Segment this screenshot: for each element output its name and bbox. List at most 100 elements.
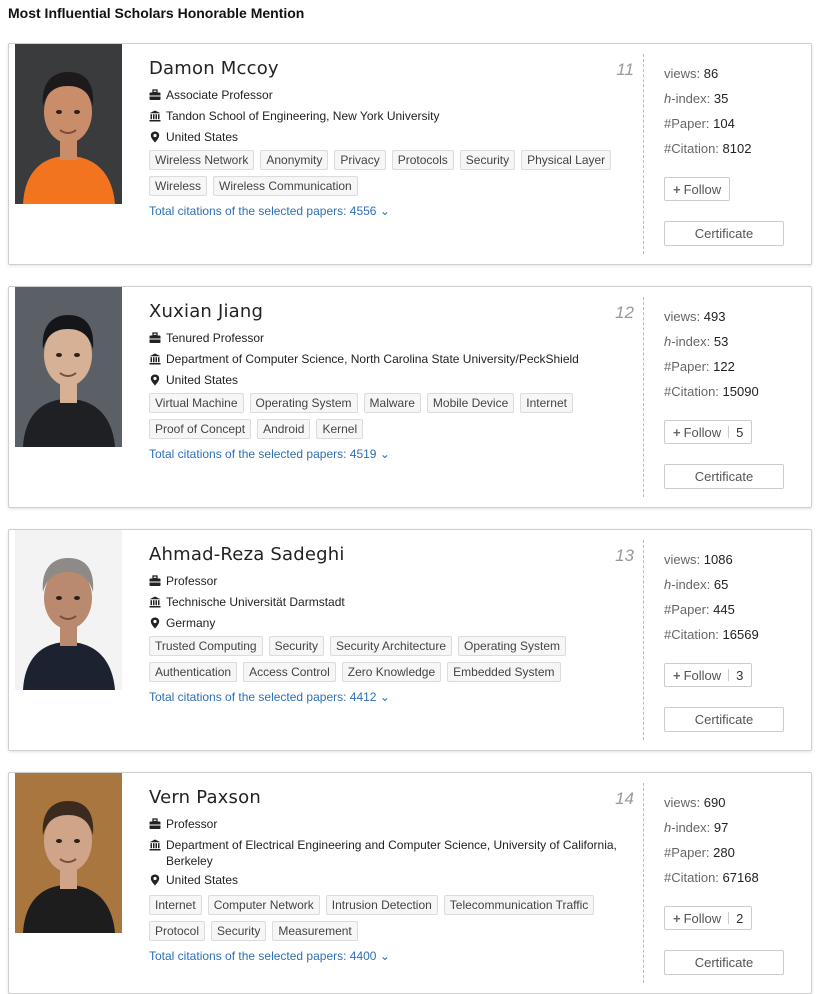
scholar-info: Tenured Professor Department of Computer… [149,330,619,393]
scholar-info: Professor Department of Electrical Engin… [149,816,619,893]
keyword-tag[interactable]: Operating System [458,636,567,656]
papers-label: #Paper: [664,602,710,617]
keyword-tag[interactable]: Internet [149,895,202,915]
avatar[interactable] [15,530,122,690]
tag-list: Trusted Computing Security Security Archit… [149,636,619,688]
keyword-tag[interactable]: Kernel [316,419,364,439]
keyword-tag[interactable]: Access Control [243,662,336,682]
location-pin-icon [149,874,161,890]
total-citations-link[interactable]: Total citations of the selected papers: … [149,447,390,461]
location-text: United States [166,130,239,144]
keyword-tag[interactable]: Telecommunication Traffic [443,895,595,915]
views-value: 1086 [703,552,733,567]
certificate-button[interactable]: Certificate [664,221,784,246]
keyword-tag[interactable]: Wireless Network [149,150,255,170]
keyword-tag[interactable]: Mobile Device [426,393,515,413]
scholar-name[interactable]: Damon Mccoy [149,58,279,79]
plus-icon: + [673,181,681,197]
rank-number: 12 [615,303,634,322]
hindex-label: -index: [671,91,711,106]
follow-button[interactable]: + Follow 5 [664,420,753,444]
affiliation-text: Tandon School of Engineering, New York U… [166,109,440,123]
citations-label: #Citation: [664,627,719,642]
keyword-tag[interactable]: Android [257,419,311,439]
scholar-name[interactable]: Ahmad-Reza Sadeghi [149,544,345,565]
tag-list: Wireless Network Anonymity Privacy Protocol… [149,150,619,202]
follow-button[interactable]: + Follow 2 [664,906,753,930]
certificate-button[interactable]: Certificate [664,707,784,732]
views-label: views: [664,309,701,324]
keyword-tag[interactable]: Physical Layer [521,150,612,170]
keyword-tag[interactable]: Measurement [272,921,358,941]
keyword-tag[interactable]: Security [211,921,267,941]
scholar-card: Xuxian Jiang 12 Tenured Professor Depart… [8,286,812,508]
hindex-value: 65 [713,577,729,592]
location-pin-icon [149,131,161,147]
follow-label: Follow [683,424,722,440]
keyword-tag[interactable]: Malware [363,393,421,413]
keyword-tag[interactable]: Anonymity [260,150,329,170]
card-divider [643,783,644,983]
keyword-tag[interactable]: Privacy [334,150,386,170]
keyword-tag[interactable]: Trusted Computing [149,636,263,656]
follow-label: Follow [683,667,722,683]
scholar-name[interactable]: Vern Paxson [149,787,261,808]
stats-panel: views: 86 h-index: 35 #Paper: 104 #Citat… [664,66,751,166]
total-citations-link[interactable]: Total citations of the selected papers: … [149,204,390,218]
certificate-button[interactable]: Certificate [664,464,784,489]
follow-separator [728,669,730,681]
institution-icon [149,839,161,855]
keyword-tag[interactable]: Intrusion Detection [325,895,438,915]
follow-count: 3 [736,667,744,683]
hindex-label: -index: [671,577,711,592]
keyword-tag[interactable]: Security [268,636,324,656]
keyword-tag[interactable]: Internet [520,393,573,413]
follow-button[interactable]: + Follow 3 [664,663,753,687]
keyword-tag[interactable]: Virtual Machine [149,393,244,413]
briefcase-icon [149,332,161,348]
card-divider [643,54,644,254]
keyword-tag[interactable]: Wireless Communication [213,176,358,196]
keyword-tag[interactable]: Protocol [149,921,206,941]
avatar[interactable] [15,44,122,204]
hindex-label: -index: [671,820,711,835]
affiliation-text: Department of Computer Science, North Ca… [166,352,579,366]
keyword-tag[interactable]: Authentication [149,662,238,682]
views-label: views: [664,66,701,81]
papers-value: 104 [713,116,735,131]
keyword-tag[interactable]: Security Architecture [329,636,453,656]
keyword-tag[interactable]: Operating System [249,393,358,413]
follow-button[interactable]: + Follow [664,177,731,201]
citations-label: #Citation: [664,870,719,885]
keyword-tag[interactable]: Protocols [391,150,454,170]
papers-value: 280 [713,845,735,860]
keyword-tag[interactable]: Zero Knowledge [341,662,442,682]
plus-icon: + [673,910,681,926]
keyword-tag[interactable]: Wireless [149,176,208,196]
avatar[interactable] [15,773,122,933]
citations-value: 16569 [722,627,759,642]
keyword-tag[interactable]: Security [459,150,516,170]
total-citations-link[interactable]: Total citations of the selected papers: … [149,949,390,963]
location-text: United States [166,873,239,887]
citations-value: 8102 [722,141,752,156]
position-text: Professor [166,817,218,831]
card-divider [643,540,644,740]
views-value: 86 [703,66,719,81]
position-text: Associate Professor [166,88,273,102]
location-pin-icon [149,374,161,390]
institution-icon [149,353,161,369]
avatar[interactable] [15,287,122,447]
follow-label: Follow [683,181,722,197]
keyword-tag[interactable]: Embedded System [447,662,561,682]
scholar-name[interactable]: Xuxian Jiang [149,301,263,322]
keyword-tag[interactable]: Computer Network [207,895,320,915]
citations-label: #Citation: [664,141,719,156]
hindex-value: 97 [713,820,729,835]
total-citations-link[interactable]: Total citations of the selected papers: … [149,690,390,704]
views-label: views: [664,795,701,810]
certificate-button[interactable]: Certificate [664,950,784,975]
location-text: Germany [166,616,216,630]
position-text: Professor [166,574,218,588]
keyword-tag[interactable]: Proof of Concept [149,419,252,439]
